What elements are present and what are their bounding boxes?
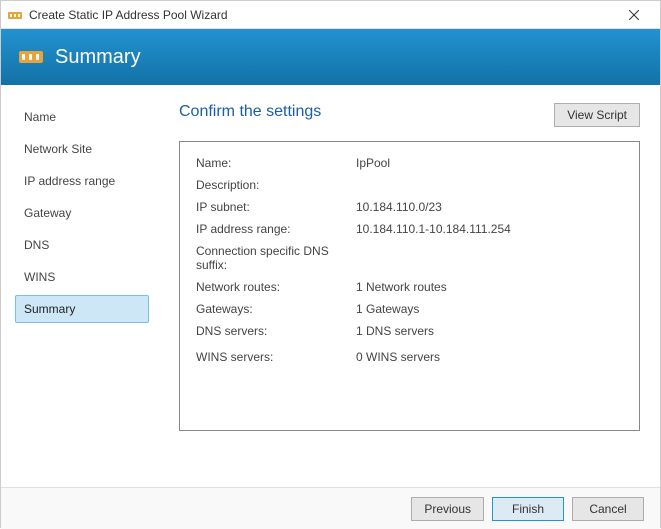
label-dns-servers: DNS servers: xyxy=(196,324,356,338)
step-wins[interactable]: WINS xyxy=(15,263,149,291)
close-icon xyxy=(629,10,639,20)
close-button[interactable] xyxy=(614,1,654,28)
previous-button[interactable]: Previous xyxy=(411,497,484,521)
page-title: Confirm the settings xyxy=(179,103,321,121)
value-description xyxy=(356,178,623,192)
summary-row-dns-suffix: Connection specific DNS suffix: xyxy=(196,244,623,272)
value-routes: 1 Network routes xyxy=(356,280,623,294)
value-wins-servers: 0 WINS servers xyxy=(356,350,623,364)
summary-row-name: Name: IpPool xyxy=(196,156,623,170)
value-dns-servers: 1 DNS servers xyxy=(356,324,623,338)
titlebar: Create Static IP Address Pool Wizard xyxy=(1,1,660,29)
label-gateways: Gateways: xyxy=(196,302,356,316)
main-header: Confirm the settings View Script xyxy=(179,103,640,127)
label-dns-suffix: Connection specific DNS suffix: xyxy=(196,244,356,272)
step-summary[interactable]: Summary xyxy=(15,295,149,323)
banner-title: Summary xyxy=(55,46,141,69)
summary-row-description: Description: xyxy=(196,178,623,192)
value-gateways: 1 Gateways xyxy=(356,302,623,316)
label-description: Description: xyxy=(196,178,356,192)
step-network-site[interactable]: Network Site xyxy=(15,135,149,163)
banner-icon xyxy=(17,45,45,69)
window-title: Create Static IP Address Pool Wizard xyxy=(29,8,614,22)
wizard-steps-sidebar: Name Network Site IP address range Gatew… xyxy=(1,85,159,487)
wizard-body: Name Network Site IP address range Gatew… xyxy=(1,85,660,487)
label-wins-servers: WINS servers: xyxy=(196,350,356,364)
step-name[interactable]: Name xyxy=(15,103,149,131)
summary-row-range: IP address range: 10.184.110.1-10.184.11… xyxy=(196,222,623,236)
summary-row-routes: Network routes: 1 Network routes xyxy=(196,280,623,294)
value-range: 10.184.110.1-10.184.111.254 xyxy=(356,222,623,236)
value-subnet: 10.184.110.0/23 xyxy=(356,200,623,214)
view-script-button[interactable]: View Script xyxy=(554,103,640,127)
label-subnet: IP subnet: xyxy=(196,200,356,214)
wizard-footer: Previous Finish Cancel xyxy=(1,487,660,529)
label-range: IP address range: xyxy=(196,222,356,236)
summary-row-gateways: Gateways: 1 Gateways xyxy=(196,302,623,316)
value-name: IpPool xyxy=(356,156,623,170)
summary-settings-box: Name: IpPool Description: IP subnet: 10.… xyxy=(179,141,640,431)
value-dns-suffix xyxy=(356,244,623,272)
wizard-banner: Summary xyxy=(1,29,660,85)
wizard-main: Confirm the settings View Script Name: I… xyxy=(159,85,660,487)
step-dns[interactable]: DNS xyxy=(15,231,149,259)
finish-button[interactable]: Finish xyxy=(492,497,564,521)
label-routes: Network routes: xyxy=(196,280,356,294)
step-ip-address-range[interactable]: IP address range xyxy=(15,167,149,195)
step-gateway[interactable]: Gateway xyxy=(15,199,149,227)
cancel-button[interactable]: Cancel xyxy=(572,497,644,521)
app-icon xyxy=(7,7,23,23)
summary-row-dns-servers: DNS servers: 1 DNS servers xyxy=(196,324,623,338)
label-name: Name: xyxy=(196,156,356,170)
summary-row-subnet: IP subnet: 10.184.110.0/23 xyxy=(196,200,623,214)
summary-row-wins-servers: WINS servers: 0 WINS servers xyxy=(196,350,623,364)
